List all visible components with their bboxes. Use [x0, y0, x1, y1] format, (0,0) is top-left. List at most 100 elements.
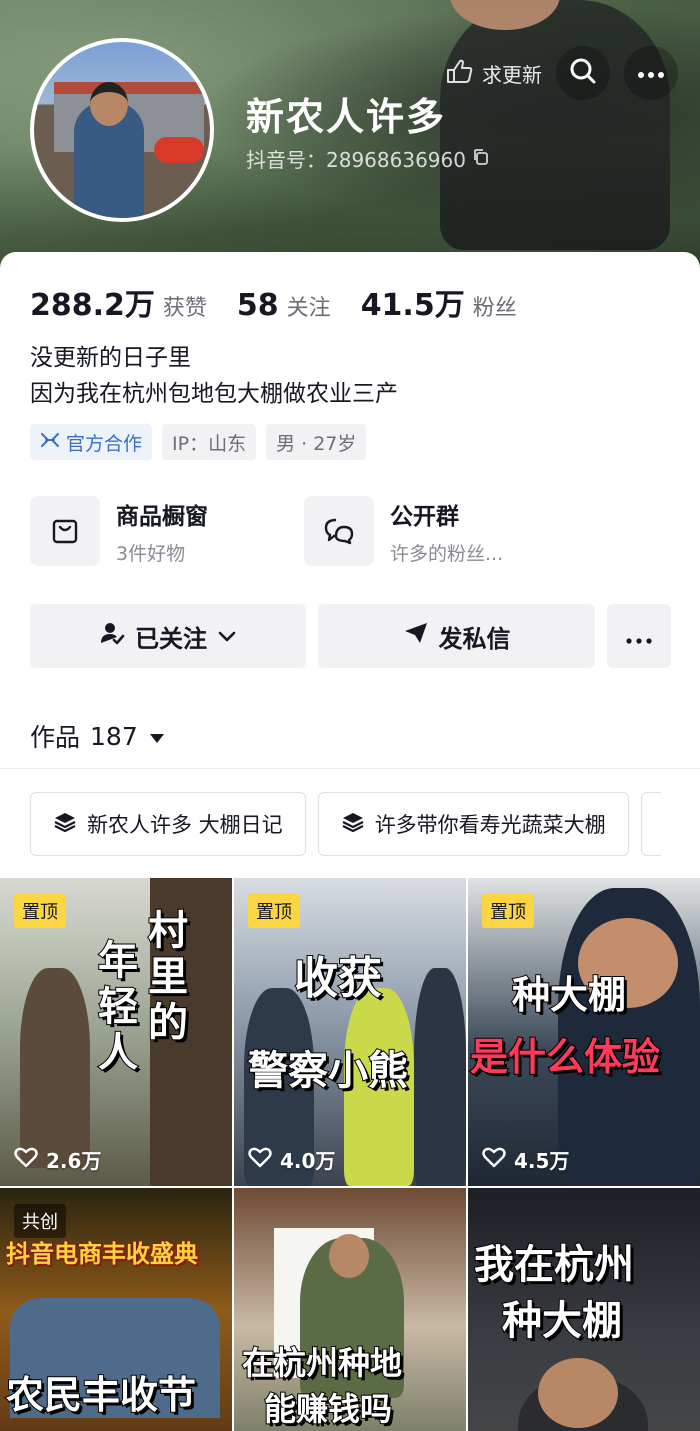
stat-label: 获赞 [162, 296, 207, 321]
likes-count: 4.0万 [280, 1149, 336, 1173]
profile-name: 新农人许多 [246, 95, 447, 139]
video-title-overlay: 我在杭州 [473, 1241, 635, 1289]
tab-works[interactable]: 作品 187 [30, 718, 166, 754]
video-tile[interactable]: 共创 抖音电商丰收盛典 农民丰收节 [0, 1188, 232, 1431]
layers-icon [341, 810, 365, 839]
more-options-button[interactable] [624, 46, 678, 100]
send-message-button[interactable]: 发私信 [318, 604, 595, 668]
video-thumbnail-figure [414, 968, 466, 1186]
request-update-button[interactable]: 求更新 [444, 58, 542, 89]
video-thumbnail-face [538, 1358, 618, 1428]
search-icon [569, 57, 597, 89]
bio-line: 因为我在杭州包地包大棚做农业三产 [30, 381, 398, 407]
douyin-id-text: 抖音号：28968636960 [246, 148, 466, 172]
avatar-fruit [154, 137, 204, 163]
collection-chip[interactable]: 新农人许多 大棚日记 [30, 792, 306, 856]
search-button[interactable] [556, 46, 610, 100]
action-buttons: 已关注 发私信 [30, 604, 671, 668]
pinned-badge: 置顶 [482, 894, 534, 928]
official-cooperation-label: 官方合作 [66, 432, 143, 455]
video-title-overlay: 收获 [293, 952, 383, 1005]
video-tile[interactable]: 在杭州种地 能赚钱吗 [234, 1188, 466, 1431]
collection-chip-partial[interactable] [640, 792, 661, 856]
more-dots-icon [637, 64, 665, 83]
chevron-down-icon [217, 622, 237, 650]
shopping-bag-icon [30, 496, 100, 566]
avatar-head [90, 82, 128, 126]
chat-bubbles-icon [304, 496, 374, 566]
send-message-label: 发私信 [438, 624, 511, 653]
collection-chip[interactable]: 许多带你看寿光蔬菜大棚 [317, 792, 629, 856]
video-title-overlay: 能赚钱吗 [263, 1389, 393, 1429]
more-dots-icon [626, 622, 652, 650]
video-title-overlay: 农民丰收节 [5, 1372, 197, 1418]
public-group-entry[interactable]: 公开群 许多的粉丝... [304, 496, 518, 566]
co-creation-badge: 共创 [14, 1204, 66, 1238]
pinned-badge: 置顶 [14, 894, 66, 928]
video-title-overlay: 种大棚 [501, 1297, 623, 1345]
hand-point-icon [444, 58, 474, 89]
request-update-label: 求更新 [482, 62, 542, 87]
video-title-overlay: 警察小熊 [247, 1047, 409, 1095]
background-photo-face [450, 0, 560, 30]
bio: 没更新的日子里 因为我在杭州包地包大棚做农业三产 [30, 340, 398, 412]
video-likes: 2.6万 [14, 1145, 101, 1174]
works-count: 187 [90, 721, 138, 751]
stat-likes[interactable]: 288.2万 获赞 [30, 280, 207, 324]
video-thumbnail-figure [20, 968, 90, 1168]
video-title-overlay: 抖音电商丰收盛典 [5, 1239, 199, 1269]
video-likes: 4.0万 [248, 1145, 335, 1174]
bio-line: 没更新的日子里 [30, 345, 191, 371]
copy-icon[interactable] [472, 147, 490, 171]
avatar[interactable] [30, 38, 214, 222]
likes-count: 4.5万 [514, 1149, 570, 1173]
feature-title: 公开群 [390, 503, 459, 530]
video-tile[interactable]: 我在杭州 种大棚 [468, 1188, 700, 1431]
video-tile[interactable]: 置顶 种大棚 是什么体验 4.5万 [468, 878, 700, 1186]
handshake-icon [40, 430, 60, 455]
heart-icon [14, 1146, 38, 1173]
section-divider [0, 768, 700, 769]
stat-value: 41.5万 [360, 288, 465, 323]
video-tile[interactable]: 置顶 村里的 年轻人 2.6万 [0, 878, 232, 1186]
feature-title: 商品橱窗 [116, 503, 208, 530]
stat-value: 58 [236, 288, 279, 323]
douyin-id[interactable]: 抖音号：28968636960 [246, 144, 490, 173]
video-likes: 4.5万 [482, 1145, 569, 1174]
video-title-overlay: 年轻人 [97, 937, 139, 1077]
video-title-overlay: 在杭州种地 [241, 1343, 403, 1383]
feature-subtitle: 许多的粉丝... [390, 542, 504, 565]
stats-row: 288.2万 获赞 58 关注 41.5万 粉丝 [30, 280, 517, 324]
collection-label: 许多带你看寿光蔬菜大棚 [374, 813, 606, 837]
following-button[interactable]: 已关注 [30, 604, 306, 668]
profile-tags: 官方合作 IP：山东 男 · 27岁 [30, 424, 367, 460]
video-title-overlay: 是什么体验 [469, 1034, 661, 1080]
works-label: 作品 [30, 723, 81, 752]
stat-value: 288.2万 [30, 288, 155, 323]
collections-row: 新农人许多 大棚日记 许多带你看寿光蔬菜大棚 [30, 792, 661, 856]
stat-following[interactable]: 58 关注 [237, 288, 331, 323]
video-title-overlay: 村里的 [147, 907, 189, 1047]
caret-down-icon [148, 722, 166, 751]
stat-label: 关注 [286, 296, 331, 321]
stat-followers[interactable]: 41.5万 粉丝 [361, 280, 517, 324]
ip-location-tag: IP：山东 [162, 424, 257, 460]
stat-label: 粉丝 [472, 296, 517, 321]
video-grid: 置顶 村里的 年轻人 2.6万 置顶 收获 警察小熊 4.0万 置顶 种大棚 是… [0, 878, 700, 1431]
official-cooperation-tag[interactable]: 官方合作 [30, 424, 153, 460]
layers-icon [53, 810, 77, 839]
heart-icon [482, 1146, 506, 1173]
header-actions: 求更新 [444, 46, 678, 100]
feature-subtitle: 3件好物 [116, 542, 186, 565]
gender-age-tag: 男 · 27岁 [266, 424, 367, 460]
paper-plane-icon [403, 621, 429, 651]
feature-entries: 商品橱窗 3件好物 公开群 许多的粉丝... [30, 496, 518, 566]
heart-icon [248, 1146, 272, 1173]
product-showcase-entry[interactable]: 商品橱窗 3件好物 [30, 496, 244, 566]
following-label: 已关注 [135, 624, 207, 653]
profile-card: 288.2万 获赞 58 关注 41.5万 粉丝 没更新的日子里 因为我在杭州包… [0, 252, 700, 1431]
video-thumbnail-face [329, 1234, 369, 1278]
video-tile[interactable]: 置顶 收获 警察小熊 4.0万 [234, 878, 466, 1186]
more-actions-button[interactable] [607, 604, 671, 668]
video-title-overlay: 种大棚 [511, 972, 627, 1018]
